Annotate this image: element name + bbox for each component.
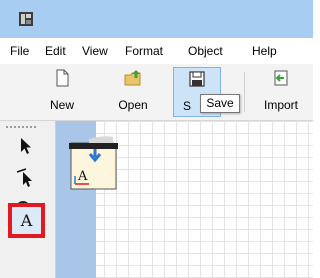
toolbox-grip: [6, 126, 36, 128]
open-folder-icon: [124, 70, 141, 86]
toolbox: A: [0, 121, 56, 278]
select-tool[interactable]: [14, 134, 38, 158]
toolbar-separator: [244, 72, 245, 112]
text-tool[interactable]: A: [8, 203, 45, 238]
connector-pointer-icon: [16, 168, 32, 187]
save-disk-icon: [189, 71, 205, 87]
menu-file[interactable]: File: [10, 44, 29, 58]
connector-tool[interactable]: [14, 164, 38, 188]
import-icon: [274, 70, 288, 86]
menu-edit[interactable]: Edit: [45, 44, 66, 58]
new-button-label: New: [49, 98, 74, 112]
new-button[interactable]: New: [40, 67, 84, 117]
open-button-label: Open: [118, 98, 148, 112]
new-document-icon: [56, 69, 69, 87]
save-tooltip: Save: [200, 94, 240, 113]
menu-view[interactable]: View: [82, 44, 108, 58]
toolbar: New Open S Import: [0, 64, 313, 121]
menu-help[interactable]: Help: [252, 44, 277, 58]
menu-format[interactable]: Format: [125, 44, 163, 58]
pointer-icon: [21, 138, 31, 154]
menu-bar: File Edit View Format Object Help: [0, 38, 313, 64]
title-bar: [0, 0, 313, 38]
svg-text:A: A: [77, 169, 88, 184]
open-button[interactable]: Open: [110, 67, 156, 117]
import-button-label: Import: [263, 98, 298, 112]
import-button[interactable]: Import: [256, 67, 306, 117]
drag-text-object-icon: A: [69, 136, 118, 190]
menu-object[interactable]: Object: [188, 44, 223, 58]
app-icon: [19, 12, 33, 26]
text-tool-label: A: [20, 211, 33, 230]
